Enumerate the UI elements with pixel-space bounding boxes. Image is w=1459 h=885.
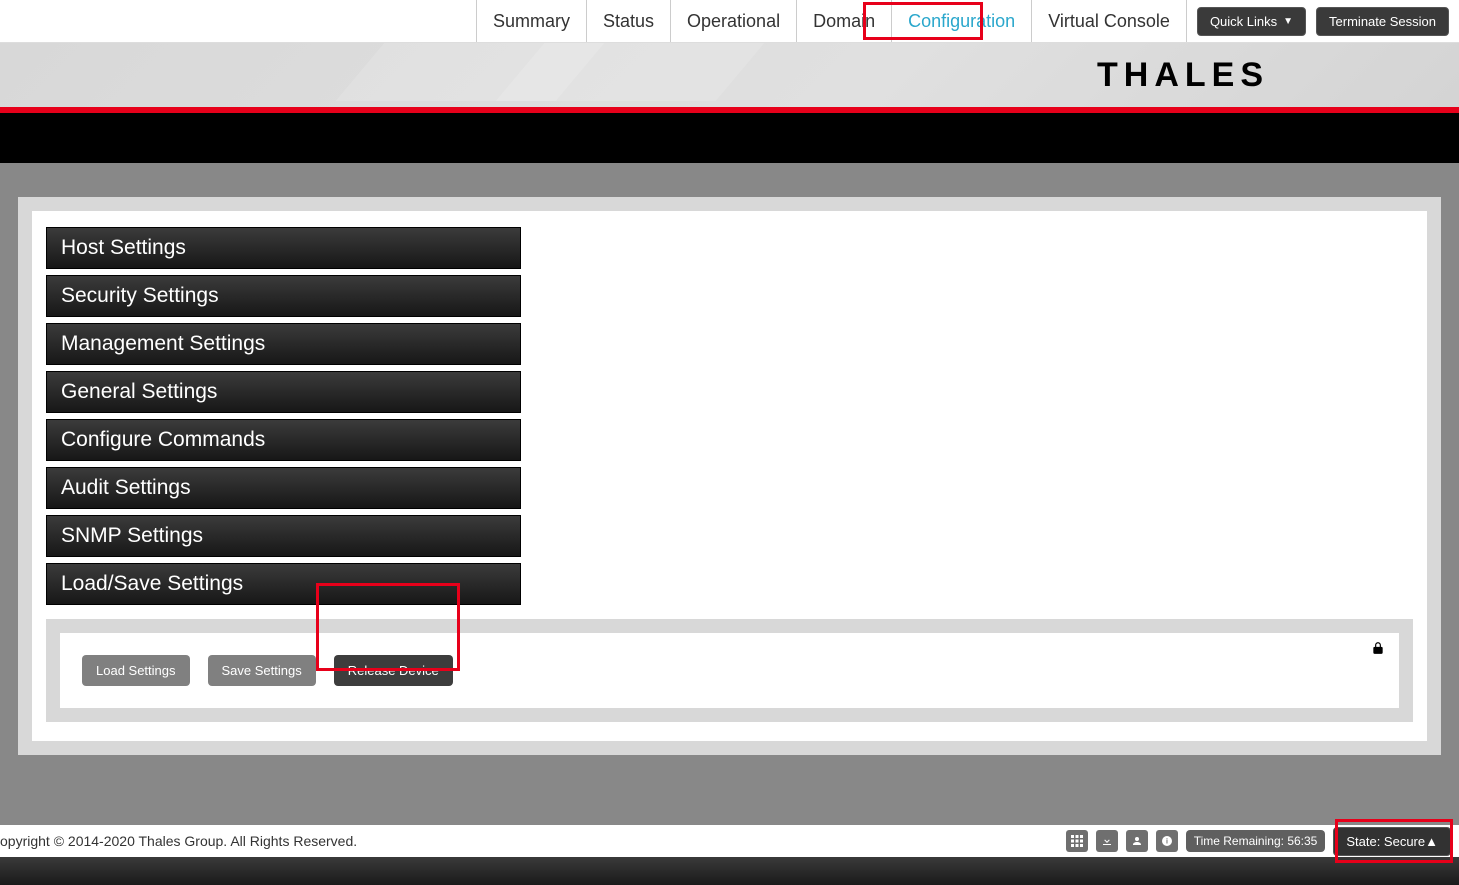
sidebar-item-general-settings[interactable]: General Settings xyxy=(46,371,521,413)
quick-links-label: Quick Links xyxy=(1210,14,1277,29)
sidebar-item-label: Host Settings xyxy=(61,236,186,259)
tab-status[interactable]: Status xyxy=(586,0,670,42)
sidebar-item-label: General Settings xyxy=(61,380,217,403)
release-device-button[interactable]: Release Device xyxy=(334,655,453,686)
sidebar-item-snmp-settings[interactable]: SNMP Settings xyxy=(46,515,521,557)
sidebar-item-configure-commands[interactable]: Configure Commands xyxy=(46,419,521,461)
sidebar-item-management-settings[interactable]: Management Settings xyxy=(46,323,521,365)
black-strip xyxy=(0,113,1459,163)
tab-summary[interactable]: Summary xyxy=(476,0,586,42)
tab-virtual-console[interactable]: Virtual Console xyxy=(1031,0,1187,42)
time-remaining-badge: Time Remaining: 56:35 xyxy=(1186,830,1326,852)
lock-icon xyxy=(1371,641,1385,659)
time-label: Time Remaining: xyxy=(1194,834,1284,848)
sidebar-item-load-save-settings[interactable]: Load/Save Settings xyxy=(46,563,521,605)
time-value: 56:35 xyxy=(1287,834,1317,848)
sidebar-item-label: Load/Save Settings xyxy=(61,572,243,595)
terminate-label: Terminate Session xyxy=(1329,14,1436,29)
sidebar-item-security-settings[interactable]: Security Settings xyxy=(46,275,521,317)
footer-bottom-strip xyxy=(0,857,1459,885)
button-label: Save Settings xyxy=(222,663,302,678)
caret-up-icon: ▲ xyxy=(1425,834,1438,849)
download-icon[interactable] xyxy=(1096,830,1118,852)
caret-down-icon: ▼ xyxy=(1283,16,1293,27)
brand-banner: THALES xyxy=(0,43,1459,113)
button-label: Release Device xyxy=(348,663,439,678)
button-label: Load Settings xyxy=(96,663,176,678)
tab-label: Summary xyxy=(493,11,570,32)
top-nav-bar: Summary Status Operational Domain Config… xyxy=(0,0,1459,43)
tab-label: Configuration xyxy=(908,11,1015,32)
tab-label: Operational xyxy=(687,11,780,32)
tab-operational[interactable]: Operational xyxy=(670,0,796,42)
sidebar-item-label: SNMP Settings xyxy=(61,524,203,547)
brand-logo: THALES xyxy=(1097,56,1269,95)
copyright-text: opyright © 2014-2020 Thales Group. All R… xyxy=(0,833,357,849)
sidebar-item-host-settings[interactable]: Host Settings xyxy=(46,227,521,269)
nav-tabs: Summary Status Operational Domain Config… xyxy=(476,0,1187,42)
inner-card: Host Settings Security Settings Manageme… xyxy=(32,211,1427,741)
save-settings-button[interactable]: Save Settings xyxy=(208,655,316,686)
footer-content: opyright © 2014-2020 Thales Group. All R… xyxy=(0,825,1459,857)
user-icon[interactable] xyxy=(1126,830,1148,852)
sidebar-item-label: Security Settings xyxy=(61,284,219,307)
quick-links-button[interactable]: Quick Links ▼ xyxy=(1197,7,1306,36)
sidebar-item-label: Audit Settings xyxy=(61,476,191,499)
tab-label: Domain xyxy=(813,11,875,32)
svg-text:i: i xyxy=(1166,839,1168,846)
state-label: State: Secure xyxy=(1346,834,1425,849)
outer-card: Host Settings Security Settings Manageme… xyxy=(18,197,1441,755)
sidebar-item-audit-settings[interactable]: Audit Settings xyxy=(46,467,521,509)
page-body: Host Settings Security Settings Manageme… xyxy=(0,197,1459,859)
tab-configuration[interactable]: Configuration xyxy=(891,0,1031,42)
sidebar-item-label: Configure Commands xyxy=(61,428,265,451)
state-secure-button[interactable]: State: Secure ▲ xyxy=(1333,827,1451,856)
settings-accordion: Host Settings Security Settings Manageme… xyxy=(46,227,521,605)
load-settings-button[interactable]: Load Settings xyxy=(82,655,190,686)
tab-label: Status xyxy=(603,11,654,32)
action-inner: Load Settings Save Settings Release Devi… xyxy=(60,633,1399,708)
action-panel: Load Settings Save Settings Release Devi… xyxy=(46,619,1413,722)
terminate-session-button[interactable]: Terminate Session xyxy=(1316,7,1449,36)
sidebar-item-label: Management Settings xyxy=(61,332,265,355)
tab-label: Virtual Console xyxy=(1048,11,1170,32)
info-icon[interactable]: i xyxy=(1156,830,1178,852)
grid-icon[interactable] xyxy=(1066,830,1088,852)
tab-domain[interactable]: Domain xyxy=(796,0,891,42)
footer: opyright © 2014-2020 Thales Group. All R… xyxy=(0,825,1459,885)
footer-right: i Time Remaining: 56:35 State: Secure ▲ xyxy=(1066,827,1451,856)
